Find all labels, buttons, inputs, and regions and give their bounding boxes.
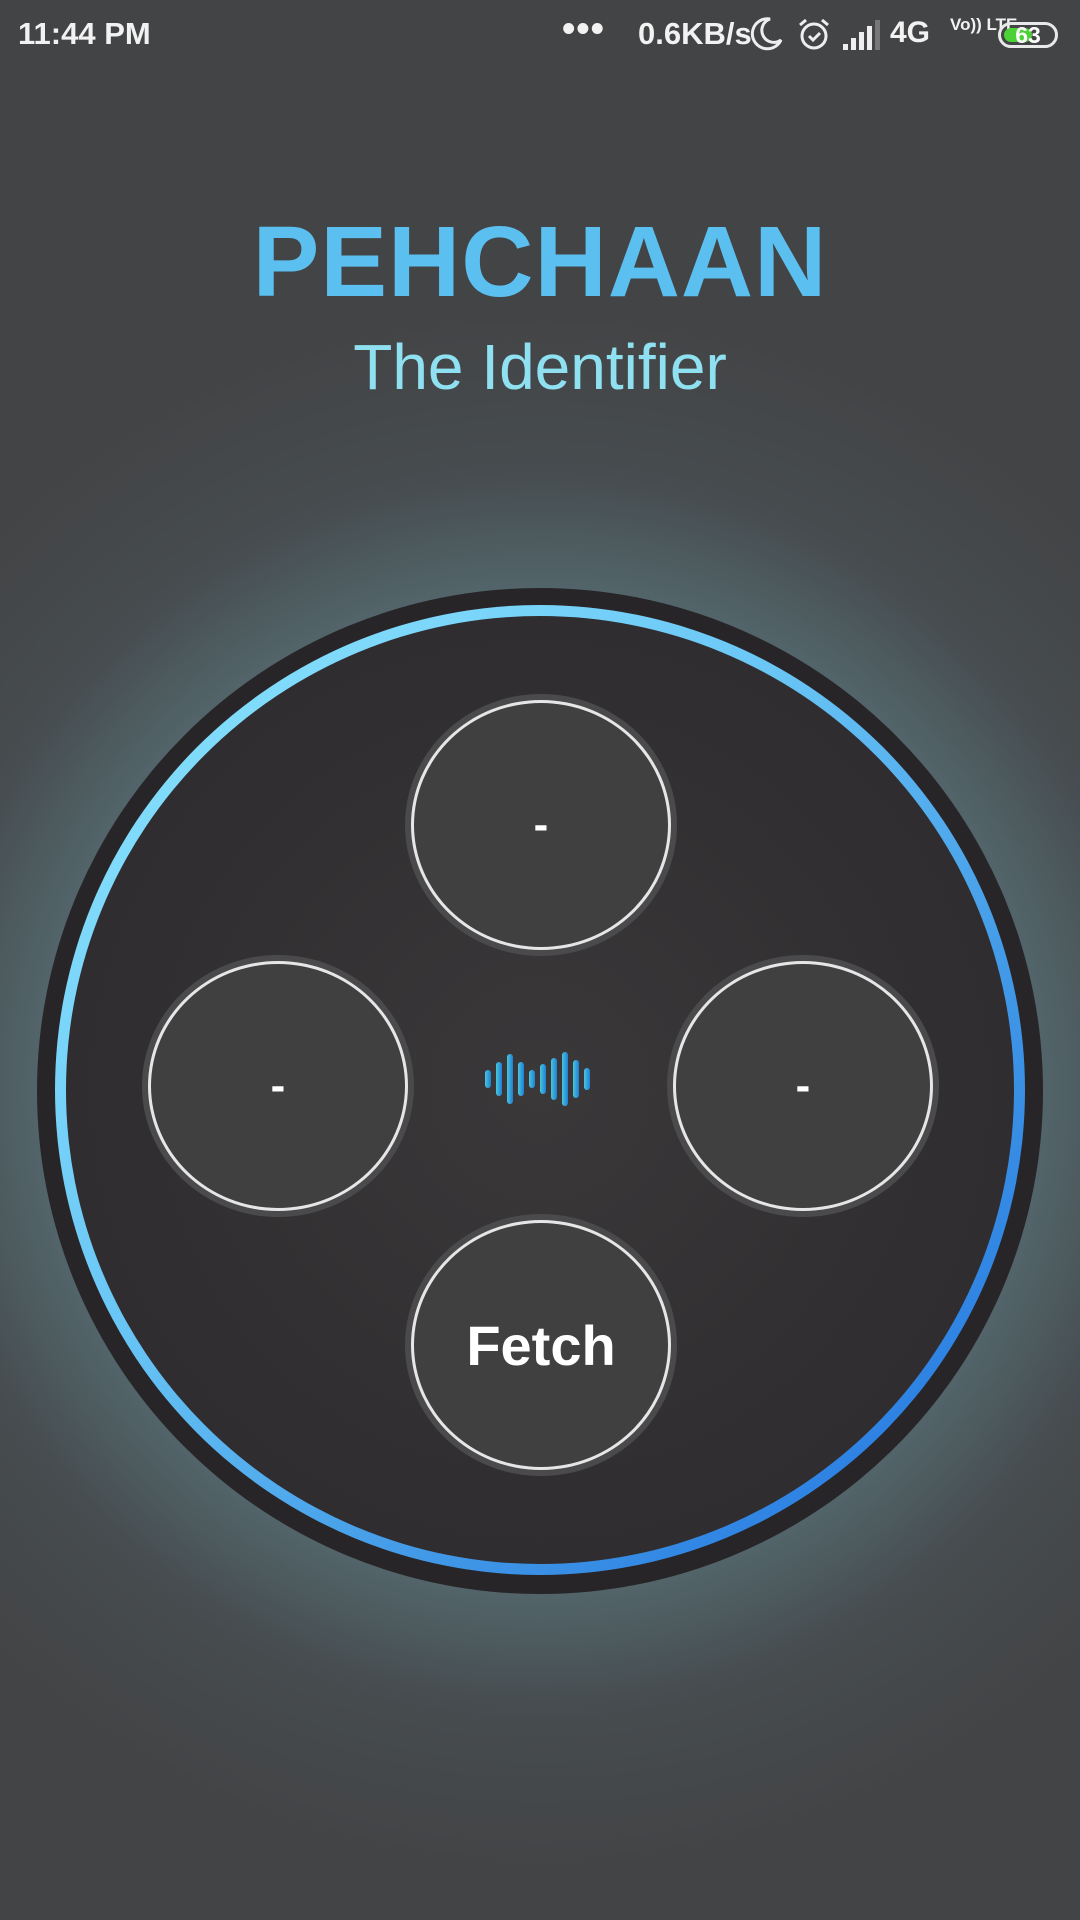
moon-icon (750, 17, 783, 51)
app-subtitle: The Identifier (353, 331, 727, 403)
right-button[interactable]: - (673, 961, 933, 1211)
battery-level-text: 63 (1015, 22, 1041, 48)
sound-wave-icon (485, 1052, 590, 1106)
status-net-speed: 0.6KB/s (638, 16, 752, 51)
status-time: 11:44 PM (18, 16, 151, 51)
app-title: PEHCHAAN (252, 206, 828, 318)
right-button-label: - (795, 1061, 811, 1110)
status-bar: 11:44 PM ••• 0.6KB/s 4G Vo)) LTE 63 (0, 0, 1080, 72)
left-button-label: - (270, 1061, 286, 1110)
left-button[interactable]: - (148, 961, 408, 1211)
status-more-dots: ••• (562, 8, 605, 50)
top-button[interactable]: - (411, 700, 671, 950)
fetch-button-label: Fetch (466, 1313, 616, 1377)
alarm-icon (799, 18, 829, 50)
battery-indicator: 63 (998, 22, 1058, 48)
top-button-label: - (533, 800, 549, 849)
signal-icon (843, 20, 880, 50)
status-network-type: 4G (890, 16, 931, 49)
fetch-button[interactable]: Fetch (411, 1220, 671, 1470)
